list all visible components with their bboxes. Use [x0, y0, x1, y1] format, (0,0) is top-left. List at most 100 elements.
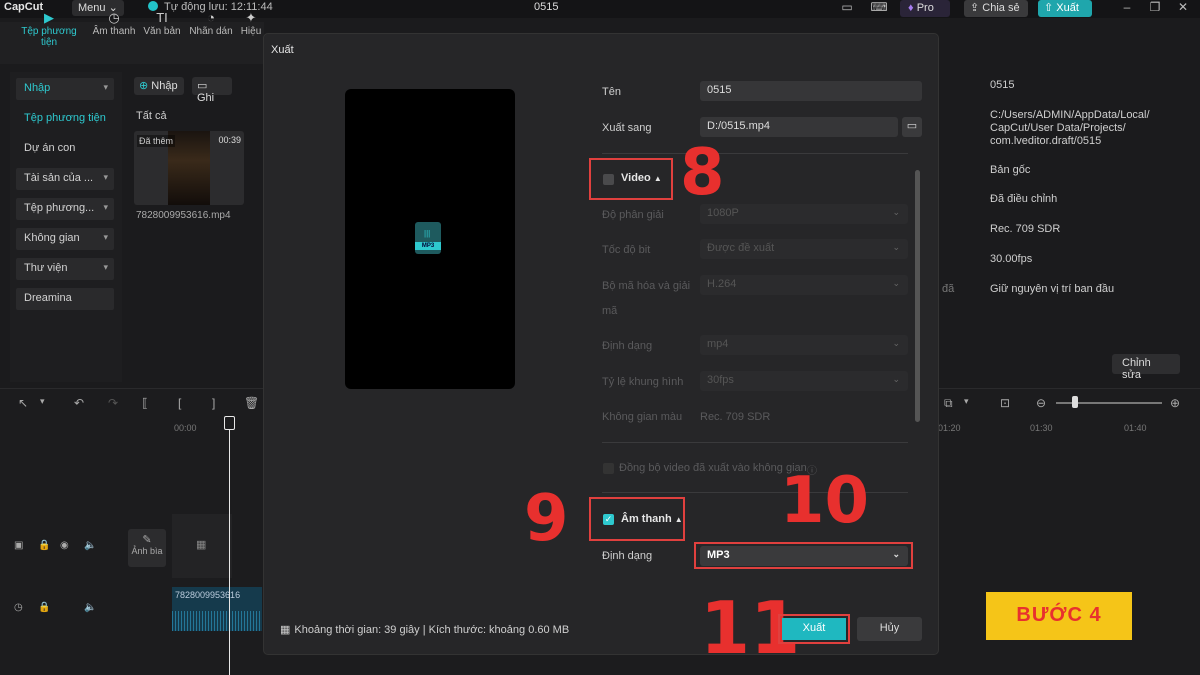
tab-sticker[interactable]: ◔ Nhãn dán [188, 10, 234, 37]
minimize-icon[interactable]: – [1118, 0, 1136, 16]
chevron-down-icon: ⌄ [892, 242, 900, 252]
share-button[interactable]: ⇪ Chia sẻ [964, 0, 1028, 17]
prop-path-3: com.lveditor.draft/0515 [990, 135, 1102, 147]
added-badge: Đã thêm [137, 135, 176, 147]
prop-adjust: Đã điều chỉnh [990, 193, 1058, 205]
prop-version: Bản gốc [990, 164, 1031, 176]
preview-axis-icon[interactable]: ⊡ [1000, 396, 1010, 410]
chevron-down-icon[interactable]: ▾ [964, 396, 969, 407]
sidebar-item-subproject[interactable]: Dự án con [16, 138, 114, 160]
select-tool-icon[interactable]: ↖ [18, 396, 28, 410]
cancel-button[interactable]: Hủy [857, 617, 922, 641]
chevron-down-icon: ▾ [103, 202, 108, 212]
color-space-label: Không gian màu [602, 411, 683, 423]
zoom-out-icon[interactable]: ⊖ [1036, 396, 1046, 410]
resolution-label: Độ phân giải [602, 209, 664, 221]
export-top-label: Xuất [1056, 2, 1079, 14]
prop-position-prefix: đã [942, 283, 955, 295]
tab-text[interactable]: TI Văn bản [142, 10, 182, 37]
video-track-icon: ▣ [14, 540, 24, 551]
keyboard-icon[interactable]: ⌨ [870, 0, 888, 16]
sidebar-item-library[interactable]: Thư viện ▾ [16, 258, 114, 280]
delete-icon[interactable]: 🗑 [244, 396, 259, 410]
codec-select: H.264 ⌄ [700, 275, 908, 295]
sidebar-item-assets[interactable]: Tài sản của ... ▾ [16, 168, 114, 190]
tab-effects[interactable]: ✦ Hiệu [238, 10, 264, 37]
record-label: Ghi [197, 92, 215, 104]
sidebar-item-media-files[interactable]: Tệp phương... ▾ [16, 198, 114, 220]
lock-icon[interactable]: 🔒 [38, 540, 50, 551]
pro-button[interactable]: ♦ Pro [900, 0, 950, 17]
redo-icon[interactable]: ↷ [108, 396, 118, 410]
bitrate-select: Được đề xuất ⌄ [700, 239, 908, 259]
sidebar-item-import[interactable]: Nhập ▾ [16, 78, 114, 100]
sidebar-item-label: Nhập [24, 82, 51, 94]
eye-icon[interactable]: ◉ [60, 540, 69, 551]
tab-text-label: Văn bản [143, 26, 181, 37]
sidebar-item-media[interactable]: Tệp phương tiện [16, 108, 114, 130]
sidebar-item-label: Tài sản của ... [24, 172, 94, 184]
text-icon: TI [156, 10, 168, 25]
share-icon: ⇪ [970, 2, 980, 14]
trim-left-icon[interactable]: [ [178, 396, 181, 410]
playhead-handle[interactable] [224, 416, 235, 430]
layout-icon[interactable]: ▭ [838, 0, 856, 16]
audio-clip[interactable]: 7828009953616 [172, 587, 262, 631]
zoom-slider-handle[interactable] [1072, 396, 1078, 408]
name-input[interactable]: 0515 [700, 81, 922, 101]
zoom-in-icon[interactable]: ⊕ [1170, 396, 1180, 410]
project-title: 0515 [534, 1, 559, 13]
audio-checkbox[interactable]: ✓ [603, 514, 614, 525]
export-button[interactable]: Xuất [782, 618, 846, 640]
audio-clip-name: 7828009953616 [175, 590, 241, 600]
timeline-tick: 01:20 [938, 423, 961, 433]
name-label: Tên [602, 86, 621, 98]
sidebar-item-label: Tệp phương tiện [24, 112, 106, 124]
sidebar-item-space[interactable]: Không gian ▾ [16, 228, 114, 250]
tab-audio[interactable]: ◷ Âm thanh [92, 10, 136, 37]
framerate-select: 30fps ⌄ [700, 371, 908, 391]
timeline-tick: 00:00 [174, 423, 197, 433]
audio-format-select[interactable]: MP3 ⌄ [700, 546, 908, 566]
folder-icon[interactable]: ▭ [902, 117, 922, 137]
scrollbar[interactable] [915, 170, 920, 422]
chevron-down-icon: ⌄ [892, 549, 900, 559]
file-type-tag: MP3 [415, 242, 441, 250]
chevron-down-icon: ▾ [103, 82, 108, 92]
annotation-number-9: 9 [524, 482, 569, 556]
sticker-icon: ◔ [207, 10, 215, 25]
framerate-value: 30fps [707, 374, 734, 386]
video-checkbox[interactable] [603, 174, 614, 185]
caret-up-icon: ▲ [653, 174, 662, 183]
video-label: Video [621, 172, 651, 184]
close-icon[interactable]: ✕ [1174, 0, 1192, 16]
speaker-icon[interactable]: 🔈 [84, 602, 96, 613]
divider [602, 153, 908, 154]
undo-icon[interactable]: ↶ [74, 396, 84, 410]
trim-right-icon[interactable]: ] [212, 396, 215, 410]
chevron-down-icon[interactable]: ▾ [40, 396, 45, 407]
audio-format-label: Định dạng [602, 550, 653, 562]
edit-button[interactable]: Chỉnh sửa [1112, 354, 1180, 381]
playhead[interactable] [229, 418, 230, 675]
audio-section-toggle[interactable]: Âm thanh ▲ [621, 513, 683, 525]
sync-checkbox [603, 463, 614, 474]
restore-icon[interactable]: ❐ [1146, 0, 1164, 16]
export-top-button[interactable]: ⇧ Xuất [1038, 0, 1092, 17]
clip-duration: 00:39 [218, 135, 241, 145]
record-button[interactable]: ▭ Ghi [192, 77, 232, 104]
split-icon[interactable]: ⟦ [142, 396, 148, 410]
export-path-input[interactable]: D:/0515.mp4 [700, 117, 898, 137]
speaker-icon[interactable]: 🔈 [84, 540, 96, 551]
tab-media[interactable]: ▶ Tệp phương tiện [12, 10, 86, 48]
chevron-down-icon: ⌄ [892, 338, 900, 348]
cover-button[interactable]: ✎ Ảnh bìa [128, 529, 166, 567]
pencil-icon: ✎ [142, 534, 152, 546]
import-button[interactable]: ⊕ Nhập [134, 77, 184, 95]
sidebar-item-dreamina[interactable]: Dreamina [16, 288, 114, 310]
cover-label: Ảnh bìa [131, 546, 163, 556]
video-section-toggle[interactable]: Video ▲ [621, 172, 662, 184]
media-thumbnail[interactable]: Đã thêm 00:39 [134, 131, 244, 205]
link-icon[interactable]: ⧉ [944, 396, 953, 411]
lock-icon[interactable]: 🔒 [38, 602, 50, 613]
